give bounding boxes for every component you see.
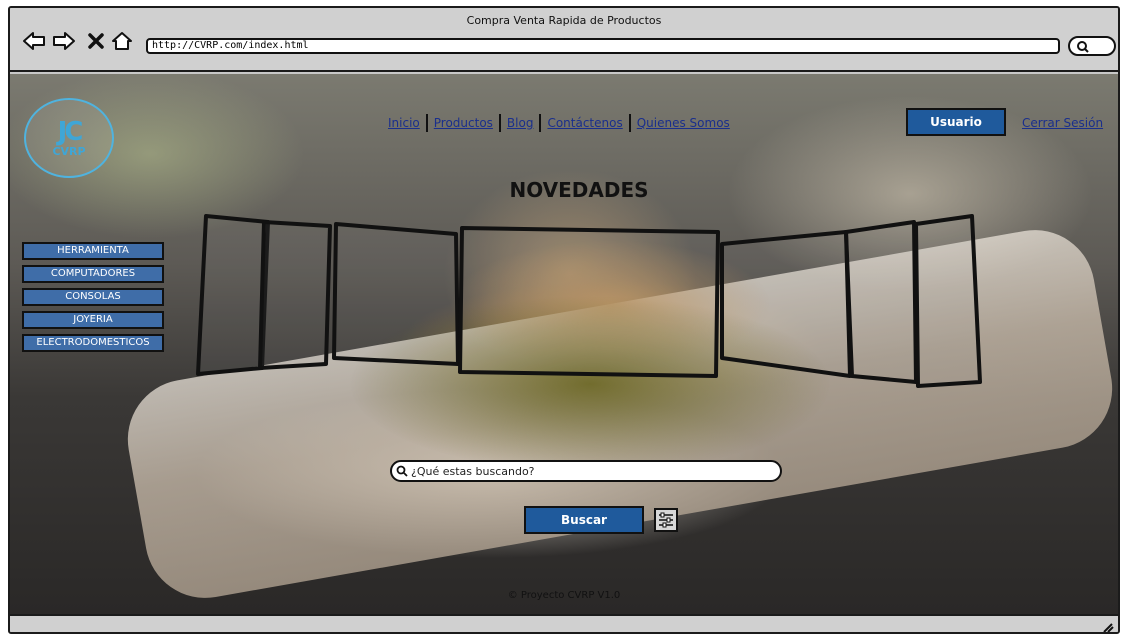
browser-titlebar: Compra Venta Rapida de Productos http://… [10,8,1118,72]
search-icon [396,465,408,477]
url-bar[interactable]: http://CVRP.com/index.html [146,38,1060,54]
search-input[interactable]: ¿Qué estas buscando? [390,460,782,482]
carousel-slide [196,214,270,376]
page-viewport: JC CVRP Inicio Productos Blog Contácteno… [10,74,1118,614]
search-icon [1077,41,1089,53]
carousel-slide [914,214,982,388]
filter-icon[interactable] [654,508,678,532]
home-icon[interactable] [110,30,134,52]
carousel-slide [258,220,332,370]
close-icon[interactable] [86,30,106,52]
back-arrow-icon[interactable] [20,30,48,52]
forward-arrow-icon[interactable] [50,30,78,52]
browser-statusbar [10,614,1118,633]
search-placeholder: ¿Qué estas buscando? [411,464,535,478]
window-title: Compra Venta Rapida de Productos [466,14,662,27]
browser-window: Compra Venta Rapida de Productos http://… [8,6,1120,634]
resize-grip-icon[interactable] [1100,619,1114,633]
carousel-slide [844,220,918,384]
carousel-slide [332,222,460,366]
carousel-slide [458,226,720,378]
browser-search-button[interactable] [1068,36,1116,56]
footer-text: © Proyecto CVRP V1.0 [507,590,621,601]
search-button[interactable]: Buscar [524,506,644,534]
carousel-slide [720,230,852,378]
